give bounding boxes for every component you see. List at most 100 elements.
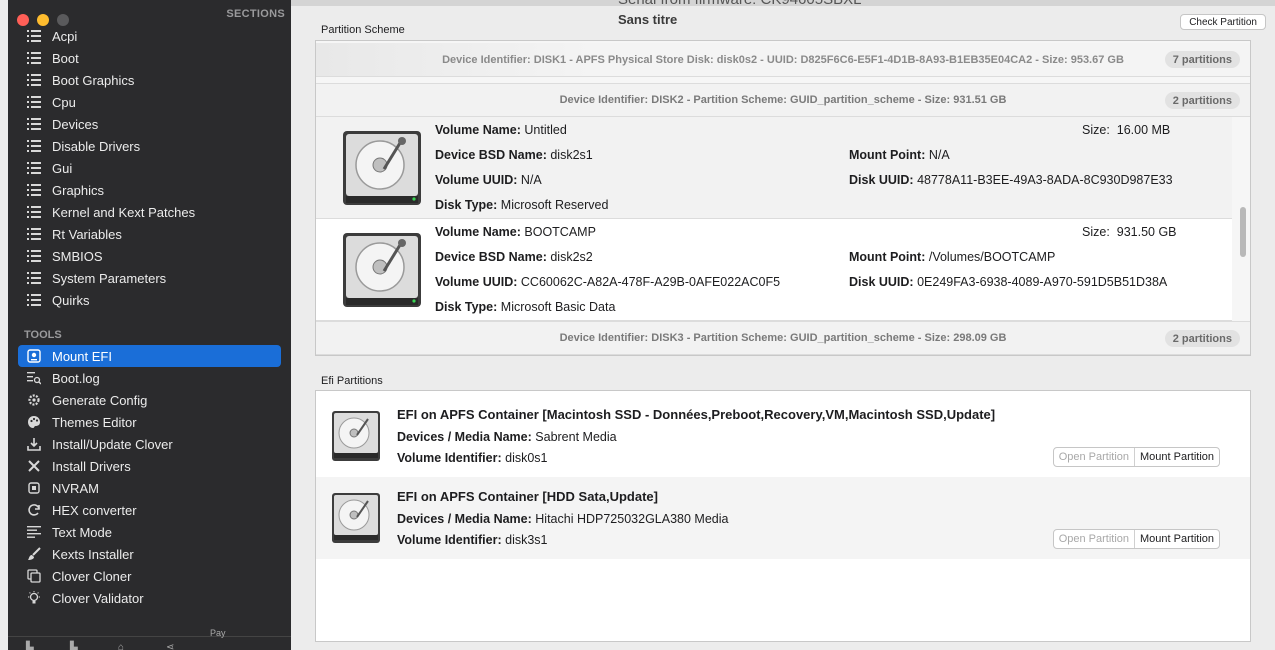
tool-item-install-update-clover[interactable]: Install/Update Clover [18,433,281,455]
bulb-icon [26,590,42,606]
volume-id-value: disk3s1 [505,533,548,547]
document-icon[interactable]: ▙ [70,642,84,650]
list-icon [26,204,42,220]
gear-icon [26,392,42,408]
log-icon [26,370,42,386]
mount-partition-button[interactable]: Mount Partition [1135,530,1219,548]
media-name-key: Devices / Media Name: [397,512,532,526]
sections-heading: SECTIONS [226,8,285,20]
tool-item-mount-efi[interactable]: Mount EFI [18,345,281,367]
mount-point-value: /Volumes/BOOTCAMP [928,250,1056,264]
disk-type-value: Microsoft Reserved [500,198,609,212]
sidebar-item-boot[interactable]: Boot [18,47,281,69]
device-row-disk1[interactable]: Device Identifier: DISK1 - APFS Physical… [316,43,1250,77]
sidebar-item-boot-graphics[interactable]: Boot Graphics [18,69,281,91]
efi-actions: Open Partition Mount Partition [1052,447,1220,467]
tool-item-kexts-installer[interactable]: Kexts Installer [18,543,281,565]
sidebar-item-system-parameters[interactable]: System Parameters [18,267,281,289]
tool-item-install-drivers[interactable]: Install Drivers [18,455,281,477]
volume-uuid-value: N/A [520,173,542,187]
device-row-disk3[interactable]: Device Identifier: DISK3 - Partition Sch… [316,321,1250,355]
tool-item-text-mode[interactable]: Text Mode [18,521,281,543]
disk-icon [26,348,42,364]
scrollbar-thumb[interactable] [1240,207,1246,257]
tool-item-label: Clover Cloner [52,568,132,584]
tool-item-label: Kexts Installer [52,546,134,562]
tool-item-label: Clover Validator [52,590,144,606]
text-icon [26,524,42,540]
list-icon [26,50,42,66]
file-icon[interactable]: ▙ [26,642,40,650]
tool-item-themes-editor[interactable]: Themes Editor [18,411,281,433]
partition-scheme-list[interactable]: Device Identifier: DISK1 - APFS Physical… [315,40,1251,356]
volume-uuid-value: CC60062C-A82A-478F-A29B-0AFE022AC0F5 [520,275,781,289]
efi-row[interactable]: EFI on APFS Container [Macintosh SSD - D… [316,395,1250,477]
list-icon [26,116,42,132]
sidebar-item-cpu[interactable]: Cpu [18,91,281,113]
main-content: Serial from firmware: CK94605SBXL Sans t… [291,0,1275,650]
open-partition-button[interactable]: Open Partition [1054,448,1136,466]
sidebar-item-devices[interactable]: Devices [18,113,281,135]
chip-icon [26,480,42,496]
sidebar-item-disable-drivers[interactable]: Disable Drivers [18,135,281,157]
list-icon [26,248,42,264]
tool-item-label: HEX converter [52,502,137,518]
list-icon [26,270,42,286]
pay-label[interactable]: Pay [210,628,226,640]
sidebar-item-label: Devices [52,116,99,132]
sidebar-item-rt-variables[interactable]: Rt Variables [18,223,281,245]
volume-row[interactable]: Volume Name: Untitled Device BSD Name: d… [316,117,1232,219]
tool-item-label: Mount EFI [52,348,112,364]
sidebar-item-label: Quirks [52,292,90,308]
sidebar-item-label: Boot Graphics [52,72,135,88]
size-value: 931.50 GB [1116,225,1177,239]
media-name-key: Devices / Media Name: [397,430,532,444]
bsd-name-value: disk2s2 [550,250,593,264]
tool-item-generate-config[interactable]: Generate Config [18,389,281,411]
copy-icon [26,568,42,584]
tool-item-label: NVRAM [52,480,99,496]
list-icon [26,182,42,198]
tool-item-clover-validator[interactable]: Clover Validator [18,587,281,609]
tool-item-nvram[interactable]: NVRAM [18,477,281,499]
sidebar-item-label: System Parameters [52,270,167,286]
download-icon [26,436,42,452]
efi-partitions-list[interactable]: EFI on APFS Container [Macintosh SSD - D… [315,390,1251,642]
hard-drive-icon [343,233,421,307]
efi-row[interactable]: EFI on APFS Container [HDD Sata,Update] … [316,477,1250,559]
brush-icon [26,546,42,562]
hard-drive-icon [343,131,421,205]
list-icon [26,160,42,176]
share-icon[interactable]: ⋖ [166,642,180,650]
bsd-name-key: Device BSD Name: [435,148,547,162]
sidebar-item-gui[interactable]: Gui [18,157,281,179]
home-icon[interactable]: ⌂ [118,642,132,650]
efi-partitions-label: Efi Partitions [321,375,383,387]
sidebar-item-label: Disable Drivers [52,138,141,154]
open-partition-button[interactable]: Open Partition [1054,530,1136,548]
check-partition-button[interactable]: Check Partition [1180,14,1266,30]
sidebar-item-kernel-and-kext-patches[interactable]: Kernel and Kext Patches [18,201,281,223]
sidebar-item-graphics[interactable]: Graphics [18,179,281,201]
device-row-disk2[interactable]: Device Identifier: DISK2 - Partition Sch… [316,83,1250,117]
volume-uuid-key: Volume UUID: [435,173,518,187]
volume-row[interactable]: Volume Name: BOOTCAMP Device BSD Name: d… [316,219,1232,321]
refresh-icon [26,502,42,518]
mount-partition-button[interactable]: Mount Partition [1135,448,1219,466]
list-icon [26,28,42,44]
volume-uuid-key: Volume UUID: [435,275,518,289]
tool-item-hex-converter[interactable]: HEX converter [18,499,281,521]
partition-scheme-label: Partition Scheme [321,24,405,36]
sidebar-item-smbios[interactable]: SMBIOS [18,245,281,267]
sidebar-item-label: SMBIOS [52,248,103,264]
tools-heading: TOOLS [24,329,62,341]
sidebar-item-quirks[interactable]: Quirks [18,289,281,311]
sidebar-item-acpi[interactable]: Acpi [18,25,281,47]
tool-item-clover-cloner[interactable]: Clover Cloner [18,565,281,587]
list-icon [26,94,42,110]
media-name-value: Hitachi HDP725032GLA380 Media [535,512,729,526]
tool-item-boot-log[interactable]: Boot.log [18,367,281,389]
sidebar-item-label: Kernel and Kext Patches [52,204,196,220]
sidebar: SECTIONS Acpi Boot Boot Graphics Cpu Devices… [8,0,291,650]
tool-item-label: Boot.log [52,370,100,386]
